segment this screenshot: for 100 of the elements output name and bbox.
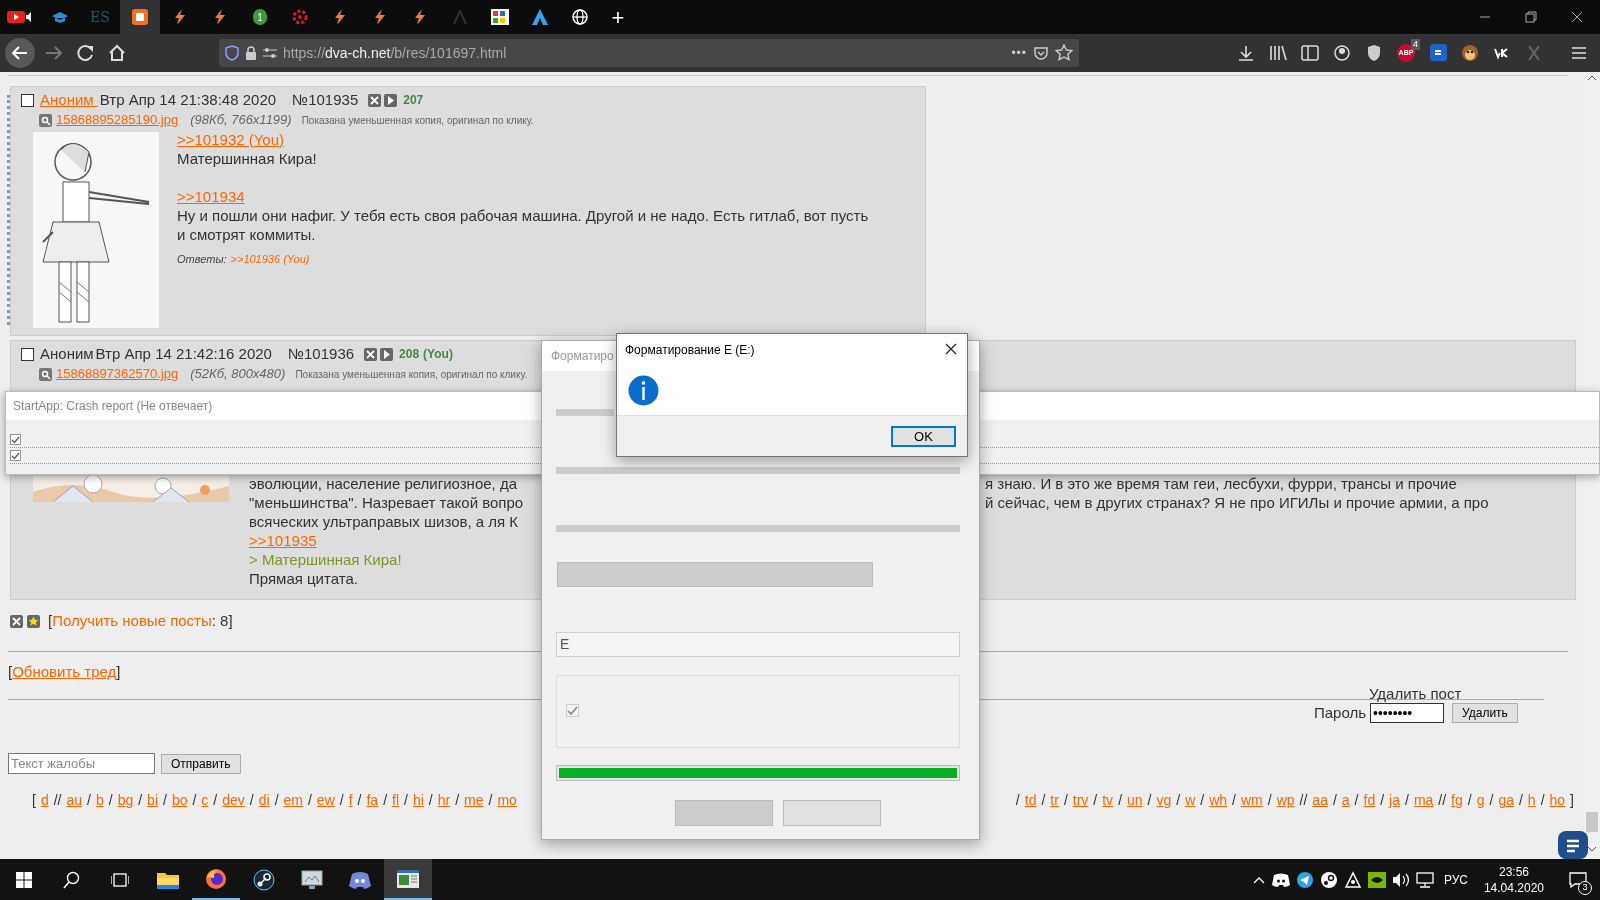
file-link[interactable]: 15868897362570.jpg (56, 364, 179, 384)
post-checkbox[interactable] (21, 347, 34, 361)
board-link[interactable]: bo (171, 790, 188, 811)
magnifier-icon[interactable] (39, 367, 52, 381)
board-link[interactable]: wp (1276, 790, 1295, 811)
volume-label-field[interactable]: E (556, 632, 960, 657)
quote-text: > Матершинная Кира! (249, 550, 402, 569)
board-link[interactable]: f (348, 790, 353, 811)
board-link[interactable]: hr (437, 790, 451, 811)
delete-button[interactable]: Удалить (1452, 703, 1518, 724)
dictionary-icon[interactable] (1558, 831, 1588, 859)
board-link[interactable]: bg (117, 790, 134, 811)
board-link[interactable]: ho (1549, 790, 1566, 811)
triangle-icon (532, 9, 548, 25)
browser-tab[interactable] (120, 0, 160, 34)
language-indicator[interactable]: РУС (1443, 870, 1468, 889)
reply-link[interactable]: >>101934 (177, 187, 245, 206)
board-link[interactable]: td (1024, 790, 1037, 811)
clock[interactable]: 23:56 14.04.2020 (1483, 863, 1544, 896)
volume-icon[interactable] (1391, 871, 1410, 888)
board-link[interactable]: mo (497, 790, 517, 811)
board-link[interactable]: ew (316, 790, 335, 811)
hide-icon[interactable] (10, 614, 23, 628)
search-icon (63, 870, 81, 889)
board-link[interactable]: tr (1050, 790, 1059, 811)
square-icon (132, 9, 148, 25)
star-icon[interactable] (1055, 44, 1073, 62)
new-posts-link[interactable]: Получить новые посты (52, 610, 212, 633)
address-bar[interactable]: https://dva-ch.net/b/res/101697.html ••• (219, 39, 1079, 67)
board-link[interactable]: c (201, 790, 209, 811)
board-link[interactable]: g (1476, 790, 1485, 811)
board-link[interactable]: wh (1209, 790, 1228, 811)
board-link[interactable]: fg (1451, 790, 1463, 811)
hide-icon[interactable] (368, 93, 382, 107)
post-number: №101936 (287, 343, 355, 364)
board-link[interactable]: fl (392, 790, 399, 811)
back-icon[interactable] (4, 37, 36, 69)
board-link[interactable]: fd (1363, 790, 1376, 811)
board-link[interactable]: h (1527, 790, 1536, 811)
pocket-icon[interactable] (1033, 45, 1049, 61)
reply-link[interactable]: >>101932 (You) (177, 130, 285, 149)
report-field[interactable]: Текст жалобы (8, 753, 155, 774)
new-tab-button[interactable]: + (600, 0, 636, 34)
checkbox[interactable] (10, 450, 21, 461)
reply-link[interactable]: >>101936 (You) (230, 250, 310, 269)
board-link[interactable]: b (95, 790, 104, 811)
board-link[interactable]: trv (1072, 790, 1089, 811)
telegram-icon[interactable] (1295, 870, 1314, 889)
board-link[interactable]: au (66, 790, 83, 811)
file-link[interactable]: 15868895285190.jpg (56, 110, 179, 130)
play-icon[interactable] (384, 93, 398, 107)
notifications-button[interactable]: 3 (1560, 864, 1596, 895)
reply-link[interactable]: >>101935 (249, 531, 317, 550)
file-note: Показана уменьшенная копия, оригинал по клику. (295, 367, 528, 382)
post-date: Втр Апр 14 21:38:48 2020 (99, 89, 277, 110)
board-link[interactable]: tv (1102, 790, 1114, 811)
board-link[interactable]: em (283, 790, 303, 811)
board-link[interactable]: d (40, 790, 49, 811)
send-button[interactable]: Отправить (161, 753, 241, 774)
folder-icon (157, 870, 179, 889)
board-link[interactable]: un (1127, 790, 1143, 811)
board-link[interactable]: a (1341, 790, 1350, 811)
ok-button[interactable]: OK (891, 426, 956, 447)
board-link[interactable]: hi (412, 790, 424, 811)
board-link[interactable]: ga (1498, 790, 1514, 811)
star-icon[interactable] (27, 614, 40, 628)
board-link[interactable]: bi (147, 790, 158, 811)
close-icon[interactable] (945, 343, 957, 355)
board-link[interactable]: wm (1241, 790, 1263, 811)
board-link[interactable]: w (1185, 790, 1196, 811)
refresh-thread-link[interactable]: Обновить тред (12, 660, 117, 683)
play-icon[interactable] (380, 347, 394, 361)
board-link[interactable]: di (258, 790, 270, 811)
post-checkbox[interactable] (21, 93, 34, 107)
browser-tab[interactable]: 1 (240, 0, 280, 34)
separator-text: / (1467, 791, 1472, 810)
password-field[interactable]: •••••••• (1370, 703, 1445, 724)
discord-icon[interactable] (1271, 872, 1290, 887)
board-link[interactable]: ja (1389, 790, 1400, 811)
magnifier-icon[interactable] (39, 113, 52, 127)
page-actions-button[interactable]: ••• (1011, 44, 1027, 62)
board-link[interactable]: aa (1312, 790, 1328, 811)
nvidia-icon[interactable] (1367, 871, 1386, 888)
board-link[interactable]: ma (1413, 790, 1434, 811)
lightning-icon (174, 9, 186, 25)
browser-tab[interactable]: ES (80, 0, 120, 34)
taskbar-button[interactable] (384, 859, 432, 900)
app-icon[interactable] (1343, 870, 1362, 889)
scrollbar-thumb[interactable] (1586, 812, 1598, 832)
checkbox[interactable] (10, 434, 21, 445)
board-link[interactable]: dev (222, 790, 245, 811)
password-label: Пароль (1314, 703, 1367, 723)
board-link[interactable]: vg (1156, 790, 1172, 811)
poster-name-link[interactable]: Аноним (40, 88, 98, 112)
board-link[interactable]: fa (366, 790, 379, 811)
hide-icon[interactable] (364, 347, 378, 361)
network-icon[interactable] (1415, 871, 1434, 888)
board-link[interactable]: me (464, 790, 484, 811)
lightning-icon (214, 9, 226, 25)
steam-icon[interactable] (1319, 870, 1338, 889)
